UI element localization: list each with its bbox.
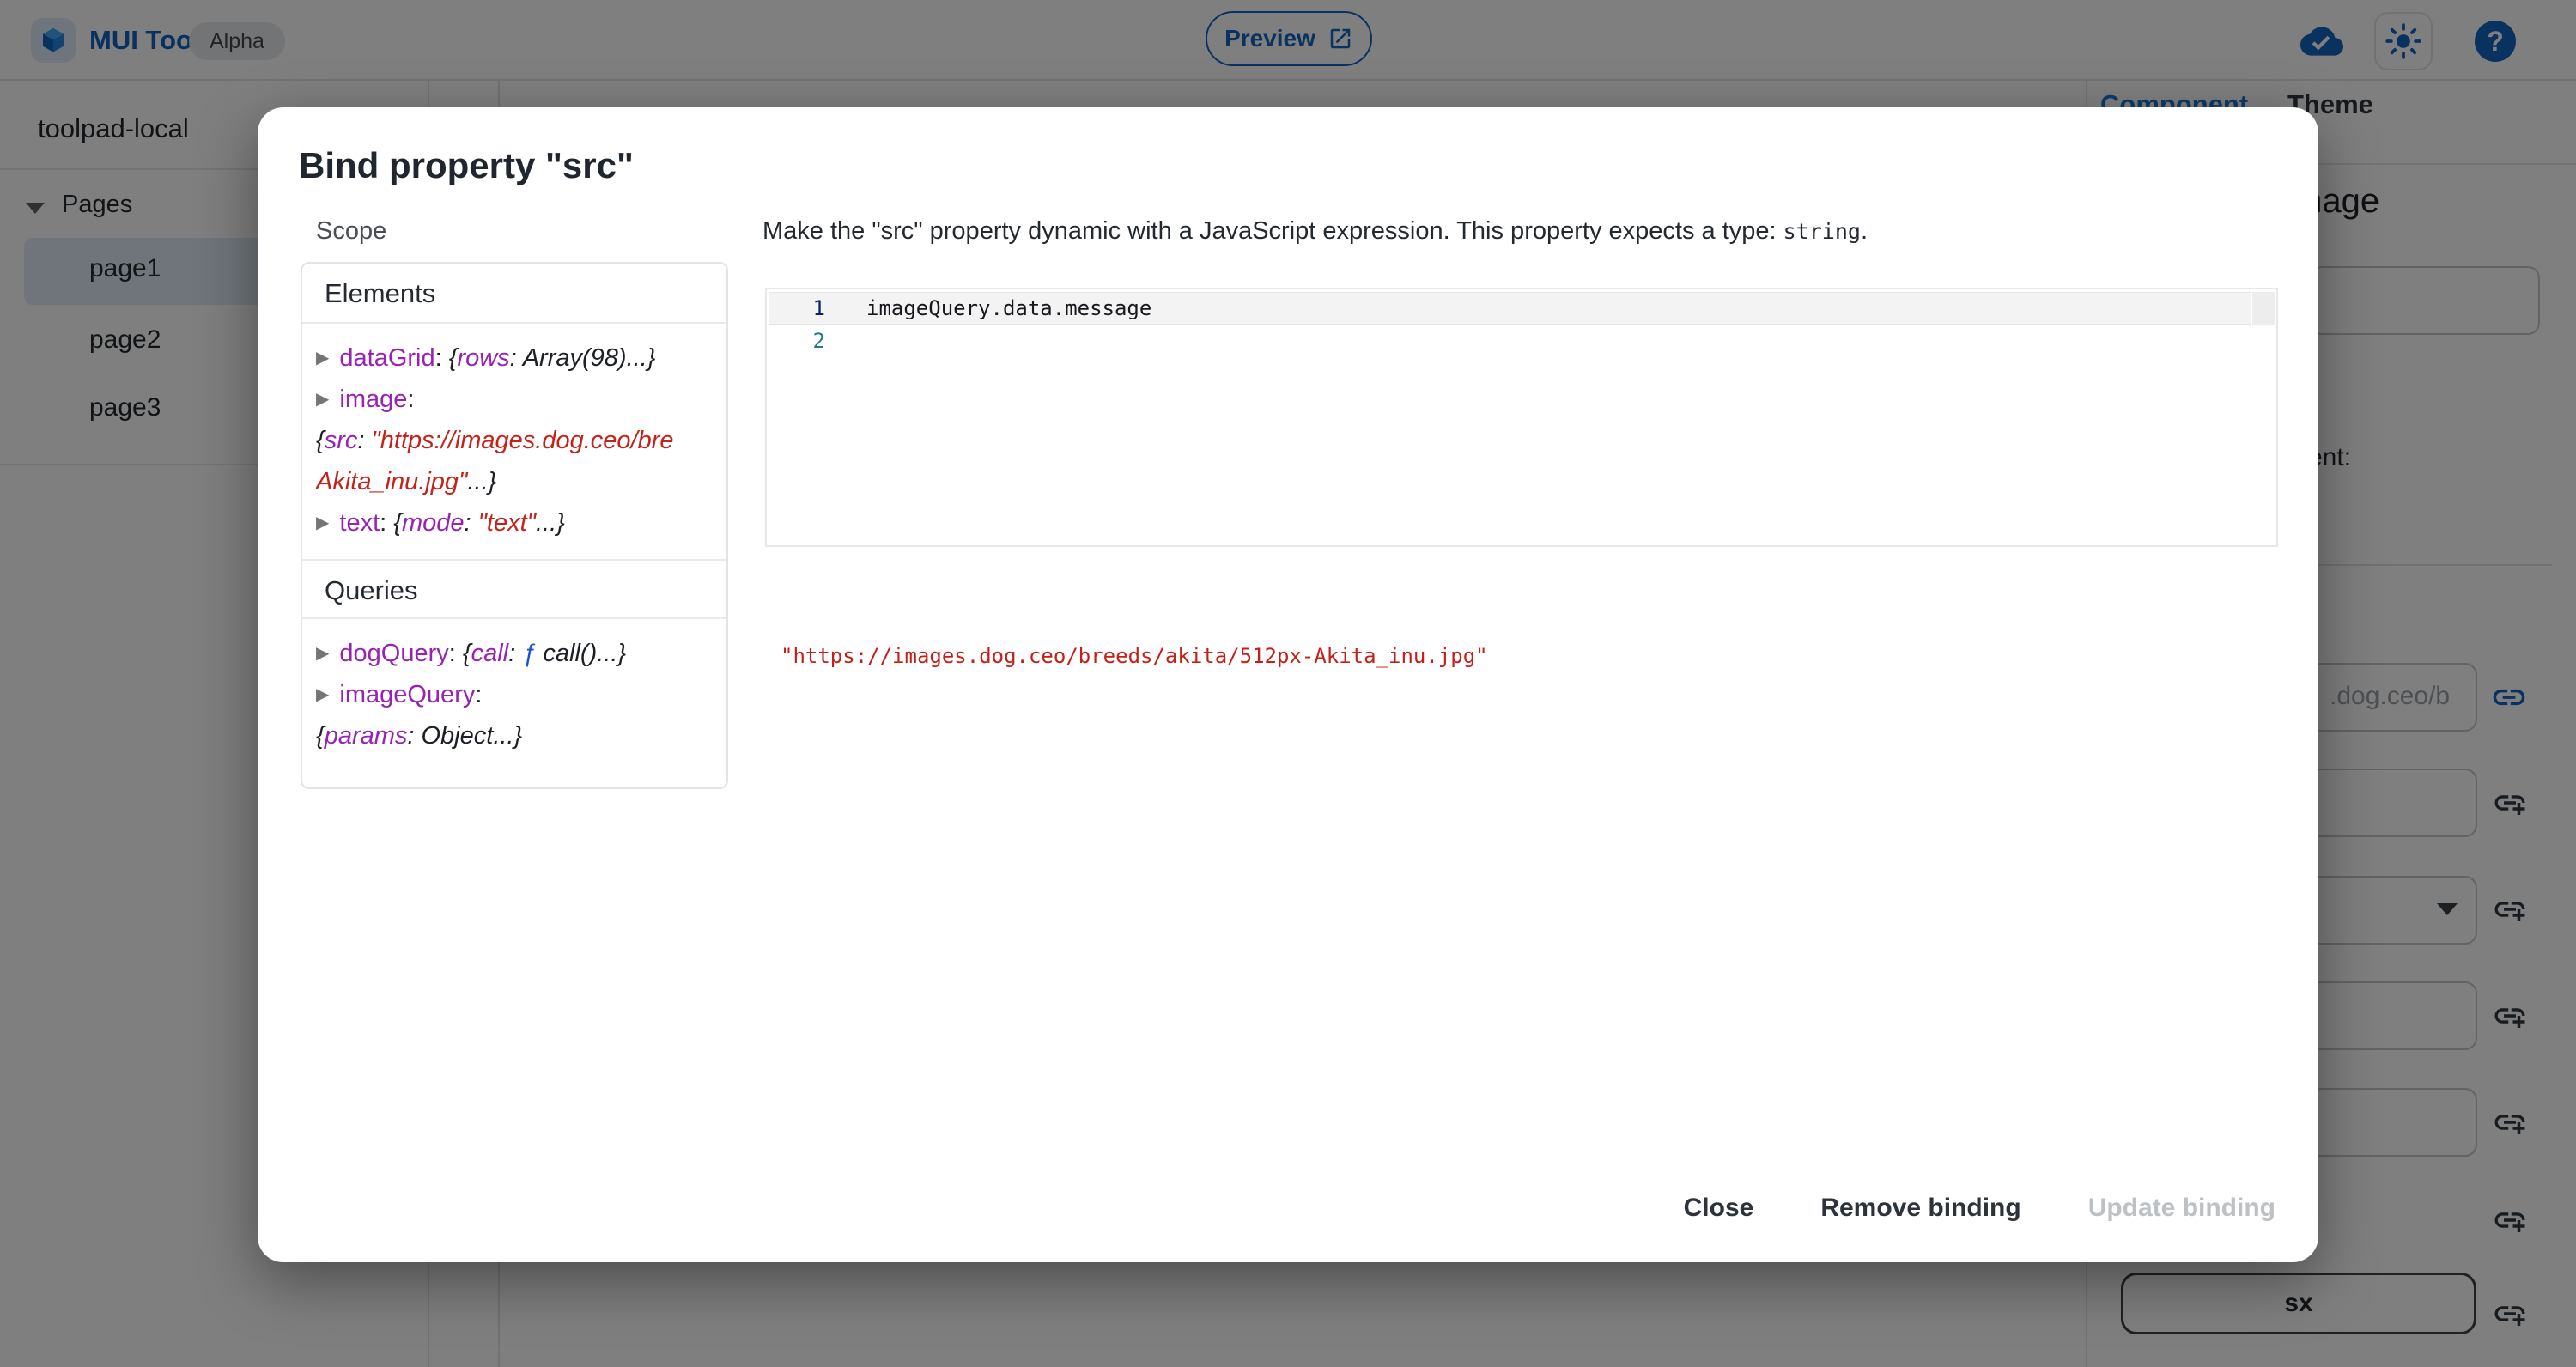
scope-tree-line[interactable]: {src: "https://images.dog.ceo/bre: [316, 420, 718, 461]
scope-tree-line[interactable]: ▶dogQuery: {call: ƒ call()...}: [316, 633, 718, 674]
editor-scrollbar[interactable]: [2251, 289, 2276, 545]
scope-section-lines-1[interactable]: ▶dogQuery: {call: ƒ call()...}▶imageQuer…: [302, 619, 726, 772]
editor-code-line[interactable]: imageQuery.data.message: [866, 292, 1151, 325]
editor-line-number: 1: [767, 292, 825, 325]
editor-scrollbar-marker: [2252, 292, 2275, 325]
update-binding-button[interactable]: Update binding: [2083, 1185, 2281, 1231]
scope-tree-line[interactable]: ▶dataGrid: {rows: Array(98)...}: [316, 337, 718, 379]
scope-section-lines-0[interactable]: ▶dataGrid: {rows: Array(98)...}▶image:{s…: [302, 324, 726, 559]
scope-browser: Elements ▶dataGrid: {rows: Array(98)...}…: [301, 262, 728, 789]
close-button[interactable]: Close: [1679, 1185, 1759, 1231]
dialog-actions: Close Remove binding Update binding: [1679, 1185, 2281, 1231]
dialog-title: Bind property "src": [299, 145, 634, 186]
app-screen: MUI Toolpad Alpha Preview ? toolpad-loca…: [0, 0, 2576, 1367]
scope-tree-line[interactable]: ▶image:: [316, 379, 718, 420]
scope-label: Scope: [316, 217, 386, 246]
expression-result: "https://images.dog.ceo/breeds/akita/512…: [781, 644, 1488, 668]
editor-line-number: 2: [767, 325, 825, 357]
scope-tree-line[interactable]: {params: Object...}: [316, 715, 718, 756]
description-suffix: .: [1861, 217, 1868, 245]
scope-section-header-elements: Elements: [302, 264, 726, 324]
description-text: Make the "src" property dynamic with a J…: [762, 217, 1783, 245]
description-type: string: [1783, 219, 1861, 244]
scope-tree-line[interactable]: ▶text: {mode: "text"...}: [316, 502, 718, 544]
dialog-description: Make the "src" property dynamic with a J…: [762, 217, 1868, 246]
expression-editor[interactable]: 1 2 imageQuery.data.message: [765, 288, 2278, 547]
remove-binding-button[interactable]: Remove binding: [1815, 1185, 2026, 1231]
scope-tree-line[interactable]: ▶imageQuery:: [316, 674, 718, 715]
scope-tree-line[interactable]: Akita_inu.jpg"...}: [316, 461, 718, 502]
scope-section-header-queries: Queries: [302, 559, 726, 619]
bind-property-dialog: Bind property "src" Scope Elements ▶data…: [258, 107, 2318, 1262]
